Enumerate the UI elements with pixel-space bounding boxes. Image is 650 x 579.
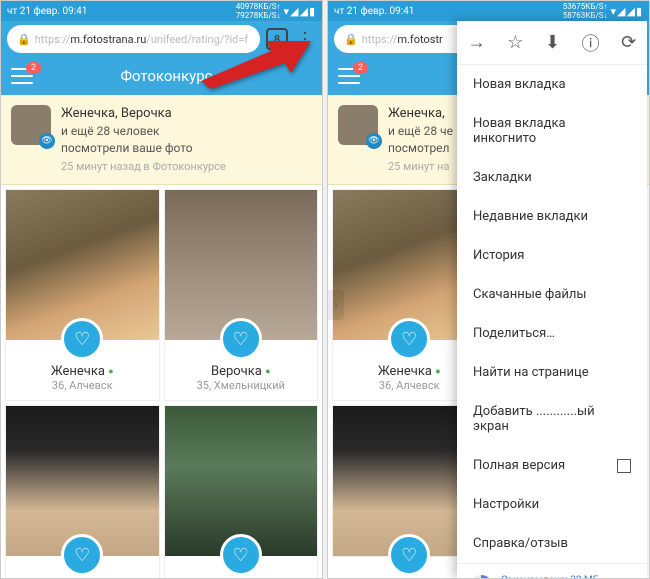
url-bar: 🔒 https://m.fotostrana.ru/unifeed/rating… — [1, 21, 322, 57]
photo-card[interactable]: ♡ Юля ● — [5, 405, 160, 579]
menu-dots-icon[interactable]: ⋮ — [294, 29, 316, 50]
site-header: 2 Фотоконкурс — [1, 57, 322, 95]
hamburger-button[interactable]: 2 — [338, 68, 360, 84]
url-field[interactable]: 🔒 https://m.fotostrana.ru/unifeed/rating… — [7, 25, 260, 53]
notification-badge: 2 — [26, 62, 41, 74]
online-dot-icon: ● — [108, 367, 113, 377]
desktop-checkbox[interactable] — [617, 459, 631, 473]
hamburger-button[interactable]: 2 — [11, 68, 33, 84]
eye-icon: 👁 — [366, 133, 382, 149]
forward-icon[interactable]: → — [468, 32, 486, 53]
menu-find[interactable]: Найти на странице — [457, 353, 647, 392]
photo: ♡ — [165, 190, 318, 340]
menu-help[interactable]: Справка/отзыв — [457, 524, 647, 563]
photo-card[interactable]: ♡ Женечка ●36, Алчевск — [5, 189, 160, 401]
tab-count[interactable]: 8 — [266, 28, 288, 50]
menu-new-tab[interactable]: Новая вкладка — [457, 65, 647, 104]
browser-menu: → ☆ ⬇ ⓘ ⟳ Новая вкладка Новая вкладка ин… — [457, 21, 647, 578]
menu-downloads[interactable]: Скачанные файлы — [457, 275, 647, 314]
download-icon[interactable]: ⬇ — [545, 32, 560, 53]
photo: ♡ — [6, 190, 159, 340]
data-saver-icon — [469, 575, 493, 579]
reload-icon[interactable]: ⟳ — [621, 32, 636, 53]
menu-recent-tabs[interactable]: Недавние вкладки — [457, 197, 647, 236]
menu-history[interactable]: История — [457, 236, 647, 275]
online-dot-icon: ● — [435, 367, 440, 377]
like-button[interactable]: ♡ — [220, 534, 262, 576]
photo-card[interactable]: ♡ Солнышко ● — [164, 405, 319, 579]
star-icon[interactable]: ☆ — [507, 32, 523, 53]
like-button[interactable]: ♡ — [220, 318, 262, 360]
menu-settings[interactable]: Настройки — [457, 485, 647, 524]
info-icon[interactable]: ⓘ — [582, 30, 600, 56]
menu-bookmarks[interactable]: Закладки — [457, 158, 647, 197]
lock-icon: 🔒 — [344, 33, 358, 46]
menu-desktop-site[interactable]: Полная версия — [457, 446, 647, 485]
like-button[interactable]: ♡ — [388, 318, 430, 360]
photo-grid: ♡ Женечка ●36, Алчевск ♡ Верочка ●35, Хм… — [1, 185, 322, 579]
notification-names: Женечка, Верочка — [61, 105, 226, 123]
menu-incognito[interactable]: Новая вкладка инкогнито — [457, 104, 647, 158]
left-screenshot: чт 21 февр. 09:41 40978КБ/S↑79278КБ/S↓ ▾… — [0, 0, 323, 579]
eye-icon: 👁 — [39, 133, 55, 149]
right-screenshot: чт 21 февр. 09:41 53675КБ/S↑58763КБ/S↓ ▾… — [327, 0, 650, 579]
menu-share[interactable]: Поделиться… — [457, 314, 647, 353]
like-button[interactable]: ♡ — [61, 534, 103, 576]
notification-time: 25 минут назад в Фотоконкурсе — [61, 159, 226, 174]
notification-card[interactable]: 👁 Женечка, Верочка и ещё 28 человек посм… — [1, 95, 322, 185]
photo-card[interactable]: ♡ Верочка ●35, Хмельницкий — [164, 189, 319, 401]
notification-badge: 2 — [353, 62, 368, 74]
photo: ♡ — [6, 406, 159, 556]
online-dot-icon: ● — [265, 367, 270, 377]
chevron-right-icon[interactable]: › — [328, 290, 344, 320]
status-bar: чт 21 февр. 09:41 53675КБ/S↑58763КБ/S↓ ▾… — [328, 1, 649, 21]
like-button[interactable]: ♡ — [388, 534, 430, 576]
lock-icon: 🔒 — [17, 33, 31, 46]
page-title: Фотоконкурс — [21, 67, 312, 85]
menu-add-home[interactable]: Добавить ............ый экран — [457, 392, 647, 446]
like-button[interactable]: ♡ — [61, 318, 103, 360]
data-saver-footer[interactable]: Сэкономлено: 32 МБс 9 февр. — [457, 563, 647, 579]
photo: ♡ — [165, 406, 318, 556]
status-bar: чт 21 февр. 09:41 40978КБ/S↑79278КБ/S↓ ▾… — [1, 1, 322, 21]
